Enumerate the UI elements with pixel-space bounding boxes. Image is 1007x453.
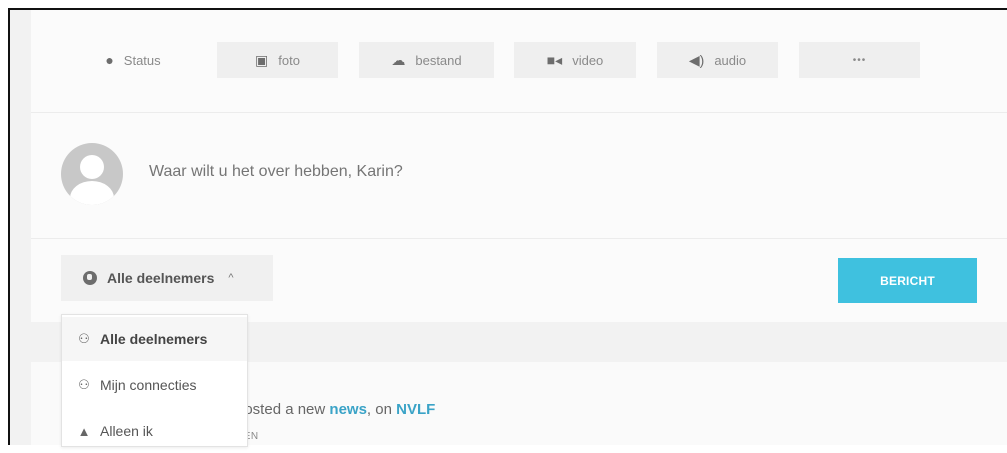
lock-icon: ▲ [77, 423, 91, 439]
group-icon: ⚇ [78, 331, 90, 346]
cloud-upload-icon: ☁ [391, 51, 406, 68]
composer-actions: Alle deelnemers ^ BERICHT [31, 239, 1007, 322]
page: ● Status ▣ foto ☁ bestand ■◂ video ◀) au… [0, 0, 1007, 447]
composer [31, 113, 1007, 239]
speaker-icon: ◀) [688, 51, 705, 68]
activity-middle: , on [366, 401, 397, 418]
globe-icon [83, 271, 97, 285]
post-type-video[interactable]: ■◂ video [514, 42, 636, 78]
camera-icon: ▣ [255, 51, 269, 68]
post-type-label: Status [123, 52, 161, 68]
post-type-foto[interactable]: ▣ foto [217, 42, 338, 78]
post-composer-card: ● Status ▣ foto ☁ bestand ■◂ video ◀) au… [31, 10, 1007, 322]
connections-icon: ⚇ [78, 377, 90, 392]
composer-input[interactable] [149, 163, 849, 181]
speech-bubble-icon: ● [105, 52, 114, 68]
more-icon: ••• [852, 54, 867, 66]
audience-option-label: Alleen ik [100, 423, 153, 439]
news-link[interactable]: news [329, 401, 367, 418]
audience-selected-label: Alle deelnemers [107, 270, 215, 286]
post-type-more[interactable]: ••• [799, 42, 920, 78]
send-button[interactable]: BERICHT [838, 258, 977, 303]
post-type-label: video [572, 52, 604, 68]
audience-option-all[interactable]: ⚇ Alle deelnemers [62, 317, 247, 361]
audience-option-connections[interactable]: ⚇ Mijn connecties [62, 363, 247, 407]
audience-option-label: Mijn connecties [100, 377, 197, 393]
post-type-status[interactable]: ● Status [83, 42, 183, 78]
audience-dropdown-toggle[interactable]: Alle deelnemers ^ [61, 255, 273, 301]
post-type-label: foto [278, 52, 300, 68]
group-link[interactable]: NVLF [396, 401, 435, 418]
chevron-up-icon: ^ [228, 272, 234, 284]
post-type-bar: ● Status ▣ foto ☁ bestand ■◂ video ◀) au… [31, 10, 1007, 113]
audience-dropdown-menu: ⚇ Alle deelnemers ⚇ Mijn connecties ▲ Al… [61, 314, 248, 447]
activity-text: posted a new news, on NVLF [236, 401, 435, 418]
video-camera-icon: ■◂ [546, 51, 563, 68]
audience-option-only-me[interactable]: ▲ Alleen ik [62, 409, 247, 453]
post-type-label: bestand [415, 52, 462, 68]
activity-prefix: posted a new [236, 401, 330, 418]
post-type-bestand[interactable]: ☁ bestand [359, 42, 494, 78]
post-type-audio[interactable]: ◀) audio [657, 42, 778, 78]
post-type-label: audio [714, 52, 747, 68]
avatar [61, 143, 123, 205]
audience-option-label: Alle deelnemers [100, 331, 208, 347]
